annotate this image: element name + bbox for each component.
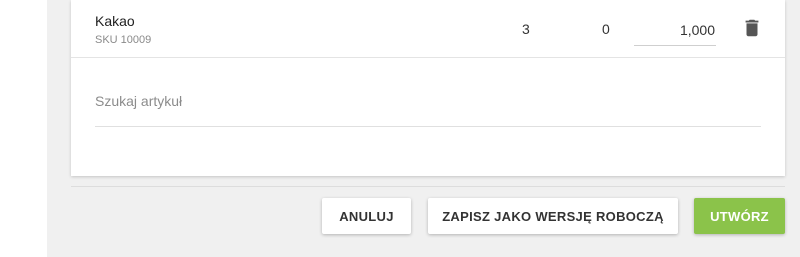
quantity-value: 1,000 xyxy=(679,22,715,38)
divider xyxy=(71,186,785,187)
delete-item-button[interactable] xyxy=(741,17,763,39)
item-sku: SKU 10009 xyxy=(95,34,152,46)
item-column-b-value: 0 xyxy=(602,21,610,37)
sidebar-panel xyxy=(0,0,47,257)
item-column-a-value: 3 xyxy=(522,21,530,37)
quantity-input[interactable]: 1,000 xyxy=(634,12,716,46)
search-field[interactable] xyxy=(95,78,761,127)
search-input[interactable] xyxy=(95,78,761,124)
cancel-button[interactable]: ANULUJ xyxy=(322,198,411,234)
item-name: Kakao xyxy=(95,13,135,29)
table-row: Kakao SKU 10009 3 0 1,000 xyxy=(71,0,785,58)
trash-icon xyxy=(745,19,759,37)
create-button[interactable]: UTWÓRZ xyxy=(694,198,785,234)
items-card: Kakao SKU 10009 3 0 1,000 xyxy=(71,0,785,176)
save-draft-button[interactable]: ZAPISZ JAKO WERSJĘ ROBOCZĄ xyxy=(428,198,678,234)
